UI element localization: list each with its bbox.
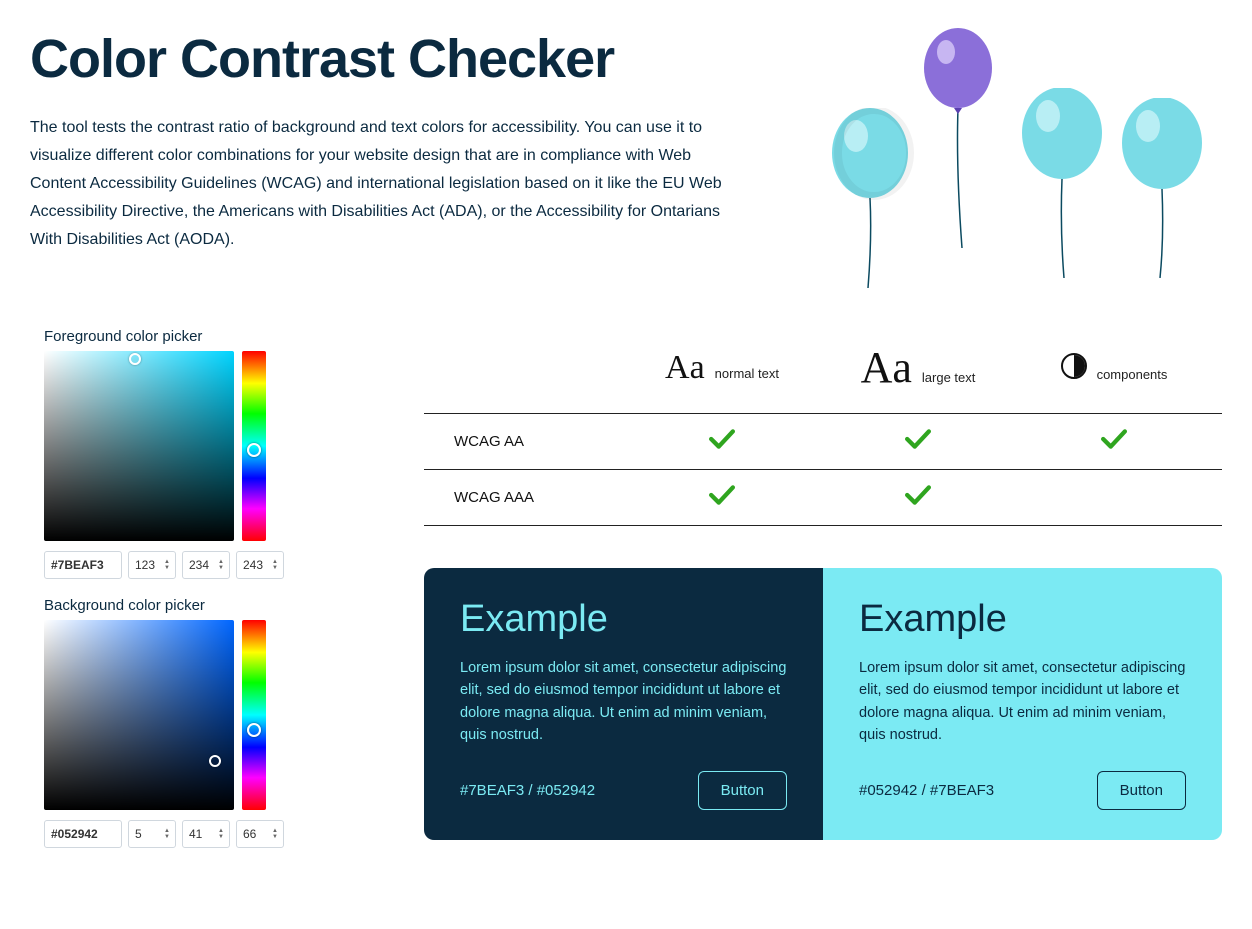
foreground-b-input[interactable]: 243▲▼: [236, 551, 284, 579]
example-heading: Example: [460, 598, 787, 641]
background-hex-input[interactable]: [44, 820, 122, 848]
background-r-input[interactable]: 5▲▼: [128, 820, 176, 848]
example-color-codes: #052942 / #7BEAF3: [859, 782, 994, 799]
background-saturation-value[interactable]: [44, 620, 234, 810]
check-icon: [709, 484, 735, 511]
row-wcag-aa: WCAG AA: [434, 433, 624, 450]
background-hue-slider[interactable]: [242, 620, 266, 810]
example-color-codes: #7BEAF3 / #052942: [460, 782, 595, 799]
page-title: Color Contrast Checker: [30, 28, 790, 90]
foreground-hue-slider[interactable]: [242, 351, 266, 541]
col-large-text: Aalarge text: [820, 342, 1016, 393]
example-button[interactable]: Button: [698, 771, 787, 810]
row-wcag-aaa: WCAG AAA: [434, 489, 624, 506]
example-light: Example Lorem ipsum dolor sit amet, cons…: [823, 568, 1222, 840]
contrast-icon: [1061, 353, 1087, 379]
example-dark: Example Lorem ipsum dolor sit amet, cons…: [424, 568, 823, 840]
background-picker-label: Background color picker: [44, 597, 334, 614]
compliance-table: Aanormal text Aalarge text components WC…: [424, 328, 1222, 526]
check-icon: [709, 428, 735, 455]
foreground-picker-label: Foreground color picker: [44, 328, 334, 345]
example-heading: Example: [859, 598, 1186, 641]
foreground-saturation-value[interactable]: [44, 351, 234, 541]
background-b-input[interactable]: 66▲▼: [236, 820, 284, 848]
foreground-hex-input[interactable]: [44, 551, 122, 579]
col-normal-text: Aanormal text: [624, 349, 820, 387]
check-icon: [905, 484, 931, 511]
background-g-input[interactable]: 41▲▼: [182, 820, 230, 848]
check-icon: [905, 428, 931, 455]
col-components: components: [1016, 353, 1212, 382]
foreground-g-input[interactable]: 234▲▼: [182, 551, 230, 579]
balloon-illustration: [830, 28, 1222, 268]
example-body: Lorem ipsum dolor sit amet, consectetur …: [460, 657, 787, 747]
example-button[interactable]: Button: [1097, 771, 1186, 810]
page-intro: The tool tests the contrast ratio of bac…: [30, 114, 750, 254]
example-body: Lorem ipsum dolor sit amet, consectetur …: [859, 657, 1186, 747]
foreground-r-input[interactable]: 123▲▼: [128, 551, 176, 579]
check-icon: [1101, 428, 1127, 455]
